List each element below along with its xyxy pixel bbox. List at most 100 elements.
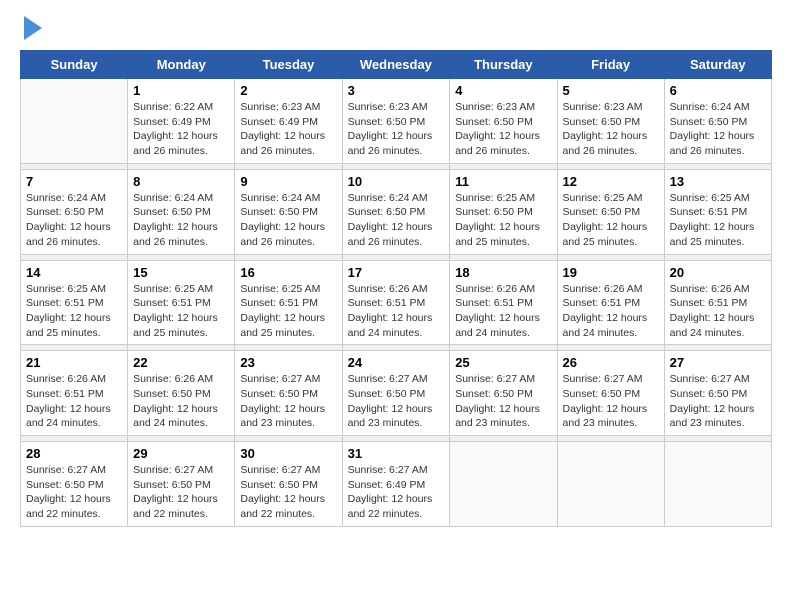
calendar-cell: 20Sunrise: 6:26 AM Sunset: 6:51 PM Dayli… (664, 260, 771, 345)
calendar-cell: 21 Sunrise: 6:26 AM Sunset: 6:51 PM Dayli… (21, 351, 128, 436)
day-info: Sunrise: 6:23 AM Sunset: 6:50 PM Dayligh… (563, 100, 659, 159)
day-number: 9 (240, 174, 336, 189)
day-number: 19 (563, 265, 659, 280)
calendar-cell: 13 Sunrise: 6:25 AM Sunset: 6:51 PM Dayli… (664, 169, 771, 254)
day-info: Sunrise: 6:25 AM Sunset: 6:50 PM Dayligh… (563, 191, 659, 250)
day-number: 24 (348, 355, 445, 370)
calendar-week-2: 7Sunrise: 6:24 AM Sunset: 6:50 PM Daylig… (21, 169, 772, 254)
calendar-cell: 15 Sunrise: 6:25 AM Sunset: 6:51 PM Dayli… (128, 260, 235, 345)
calendar-header-row: SundayMondayTuesdayWednesdayThursdayFrid… (21, 51, 772, 79)
day-header-thursday: Thursday (450, 51, 557, 79)
day-info: Sunrise: 6:27 AM Sunset: 6:50 PM Dayligh… (563, 372, 659, 431)
day-number: 27 (670, 355, 766, 370)
calendar-cell: 9 Sunrise: 6:24 AM Sunset: 6:50 PM Daylig… (235, 169, 342, 254)
day-info: Sunrise: 6:22 AM Sunset: 6:49 PM Dayligh… (133, 100, 229, 159)
day-number: 2 (240, 83, 336, 98)
calendar-cell: 31 Sunrise: 6:27 AM Sunset: 6:49 PM Dayli… (342, 442, 450, 527)
day-info: Sunrise: 6:27 AM Sunset: 6:49 PM Dayligh… (348, 463, 445, 522)
day-number: 29 (133, 446, 229, 461)
logo-arrow-icon (24, 16, 42, 40)
day-info: Sunrise: 6:25 AM Sunset: 6:51 PM Dayligh… (26, 282, 122, 341)
day-number: 25 (455, 355, 551, 370)
day-info: Sunrise: 6:25 AM Sunset: 6:51 PM Dayligh… (240, 282, 336, 341)
calendar-cell: 12Sunrise: 6:25 AM Sunset: 6:50 PM Dayli… (557, 169, 664, 254)
day-number: 17 (348, 265, 445, 280)
day-header-friday: Friday (557, 51, 664, 79)
calendar-cell: 3 Sunrise: 6:23 AM Sunset: 6:50 PM Daylig… (342, 79, 450, 164)
day-info: Sunrise: 6:25 AM Sunset: 6:51 PM Dayligh… (670, 191, 766, 250)
day-number: 18 (455, 265, 551, 280)
day-number: 26 (563, 355, 659, 370)
calendar-week-5: 28 Sunrise: 6:27 AM Sunset: 6:50 PM Dayli… (21, 442, 772, 527)
calendar-cell: 25 Sunrise: 6:27 AM Sunset: 6:50 PM Dayli… (450, 351, 557, 436)
calendar-cell: 26 Sunrise: 6:27 AM Sunset: 6:50 PM Dayli… (557, 351, 664, 436)
calendar-cell: 27 Sunrise: 6:27 AM Sunset: 6:50 PM Dayli… (664, 351, 771, 436)
calendar-week-1: 1 Sunrise: 6:22 AM Sunset: 6:49 PM Daylig… (21, 79, 772, 164)
day-header-sunday: Sunday (21, 51, 128, 79)
calendar-cell: 24 Sunrise: 6:27 AM Sunset: 6:50 PM Dayli… (342, 351, 450, 436)
calendar-cell: 29 Sunrise: 6:27 AM Sunset: 6:50 PM Dayli… (128, 442, 235, 527)
day-number: 13 (670, 174, 766, 189)
day-number: 1 (133, 83, 229, 98)
day-info: Sunrise: 6:27 AM Sunset: 6:50 PM Dayligh… (455, 372, 551, 431)
calendar-cell: 4 Sunrise: 6:23 AM Sunset: 6:50 PM Daylig… (450, 79, 557, 164)
calendar-cell: 18 Sunrise: 6:26 AM Sunset: 6:51 PM Dayli… (450, 260, 557, 345)
day-info: Sunrise: 6:26 AM Sunset: 6:51 PM Dayligh… (563, 282, 659, 341)
day-number: 20 (670, 265, 766, 280)
day-number: 3 (348, 83, 445, 98)
calendar-cell (21, 79, 128, 164)
day-number: 22 (133, 355, 229, 370)
day-info: Sunrise: 6:27 AM Sunset: 6:50 PM Dayligh… (133, 463, 229, 522)
calendar-cell: 17 Sunrise: 6:26 AM Sunset: 6:51 PM Dayli… (342, 260, 450, 345)
day-number: 21 (26, 355, 122, 370)
day-info: Sunrise: 6:27 AM Sunset: 6:50 PM Dayligh… (26, 463, 122, 522)
day-number: 4 (455, 83, 551, 98)
logo (20, 20, 42, 40)
day-info: Sunrise: 6:24 AM Sunset: 6:50 PM Dayligh… (240, 191, 336, 250)
day-number: 5 (563, 83, 659, 98)
page-header (20, 20, 772, 40)
day-number: 16 (240, 265, 336, 280)
day-number: 11 (455, 174, 551, 189)
day-info: Sunrise: 6:23 AM Sunset: 6:50 PM Dayligh… (455, 100, 551, 159)
calendar-cell (450, 442, 557, 527)
calendar-cell: 1 Sunrise: 6:22 AM Sunset: 6:49 PM Daylig… (128, 79, 235, 164)
day-info: Sunrise: 6:24 AM Sunset: 6:50 PM Dayligh… (133, 191, 229, 250)
calendar-cell: 10Sunrise: 6:24 AM Sunset: 6:50 PM Dayli… (342, 169, 450, 254)
day-info: Sunrise: 6:23 AM Sunset: 6:49 PM Dayligh… (240, 100, 336, 159)
calendar-week-4: 21 Sunrise: 6:26 AM Sunset: 6:51 PM Dayli… (21, 351, 772, 436)
day-header-tuesday: Tuesday (235, 51, 342, 79)
day-info: Sunrise: 6:24 AM Sunset: 6:50 PM Dayligh… (670, 100, 766, 159)
day-number: 28 (26, 446, 122, 461)
day-info: Sunrise: 6:27 AM Sunset: 6:50 PM Dayligh… (240, 463, 336, 522)
calendar-cell: 6Sunrise: 6:24 AM Sunset: 6:50 PM Daylig… (664, 79, 771, 164)
day-info: Sunrise: 6:26 AM Sunset: 6:51 PM Dayligh… (455, 282, 551, 341)
day-header-saturday: Saturday (664, 51, 771, 79)
day-number: 8 (133, 174, 229, 189)
day-info: Sunrise: 6:27 AM Sunset: 6:50 PM Dayligh… (348, 372, 445, 431)
calendar-cell: 23Sunrise: 6:27 AM Sunset: 6:50 PM Dayli… (235, 351, 342, 436)
day-number: 15 (133, 265, 229, 280)
day-info: Sunrise: 6:24 AM Sunset: 6:50 PM Dayligh… (26, 191, 122, 250)
day-number: 14 (26, 265, 122, 280)
calendar-week-3: 14 Sunrise: 6:25 AM Sunset: 6:51 PM Dayli… (21, 260, 772, 345)
day-info: Sunrise: 6:27 AM Sunset: 6:50 PM Dayligh… (240, 372, 336, 431)
day-number: 31 (348, 446, 445, 461)
calendar-cell: 8 Sunrise: 6:24 AM Sunset: 6:50 PM Daylig… (128, 169, 235, 254)
calendar-cell: 16 Sunrise: 6:25 AM Sunset: 6:51 PM Dayli… (235, 260, 342, 345)
day-info: Sunrise: 6:26 AM Sunset: 6:51 PM Dayligh… (26, 372, 122, 431)
calendar-cell: 28 Sunrise: 6:27 AM Sunset: 6:50 PM Dayli… (21, 442, 128, 527)
day-info: Sunrise: 6:24 AM Sunset: 6:50 PM Dayligh… (348, 191, 445, 250)
day-info: Sunrise: 6:26 AM Sunset: 6:51 PM Dayligh… (348, 282, 445, 341)
day-info: Sunrise: 6:25 AM Sunset: 6:51 PM Dayligh… (133, 282, 229, 341)
day-header-monday: Monday (128, 51, 235, 79)
day-info: Sunrise: 6:23 AM Sunset: 6:50 PM Dayligh… (348, 100, 445, 159)
day-info: Sunrise: 6:27 AM Sunset: 6:50 PM Dayligh… (670, 372, 766, 431)
day-number: 30 (240, 446, 336, 461)
calendar-cell: 19 Sunrise: 6:26 AM Sunset: 6:51 PM Dayli… (557, 260, 664, 345)
day-info: Sunrise: 6:26 AM Sunset: 6:50 PM Dayligh… (133, 372, 229, 431)
calendar-cell (664, 442, 771, 527)
calendar-cell: 11Sunrise: 6:25 AM Sunset: 6:50 PM Dayli… (450, 169, 557, 254)
calendar-cell: 7Sunrise: 6:24 AM Sunset: 6:50 PM Daylig… (21, 169, 128, 254)
calendar-cell: 22 Sunrise: 6:26 AM Sunset: 6:50 PM Dayli… (128, 351, 235, 436)
